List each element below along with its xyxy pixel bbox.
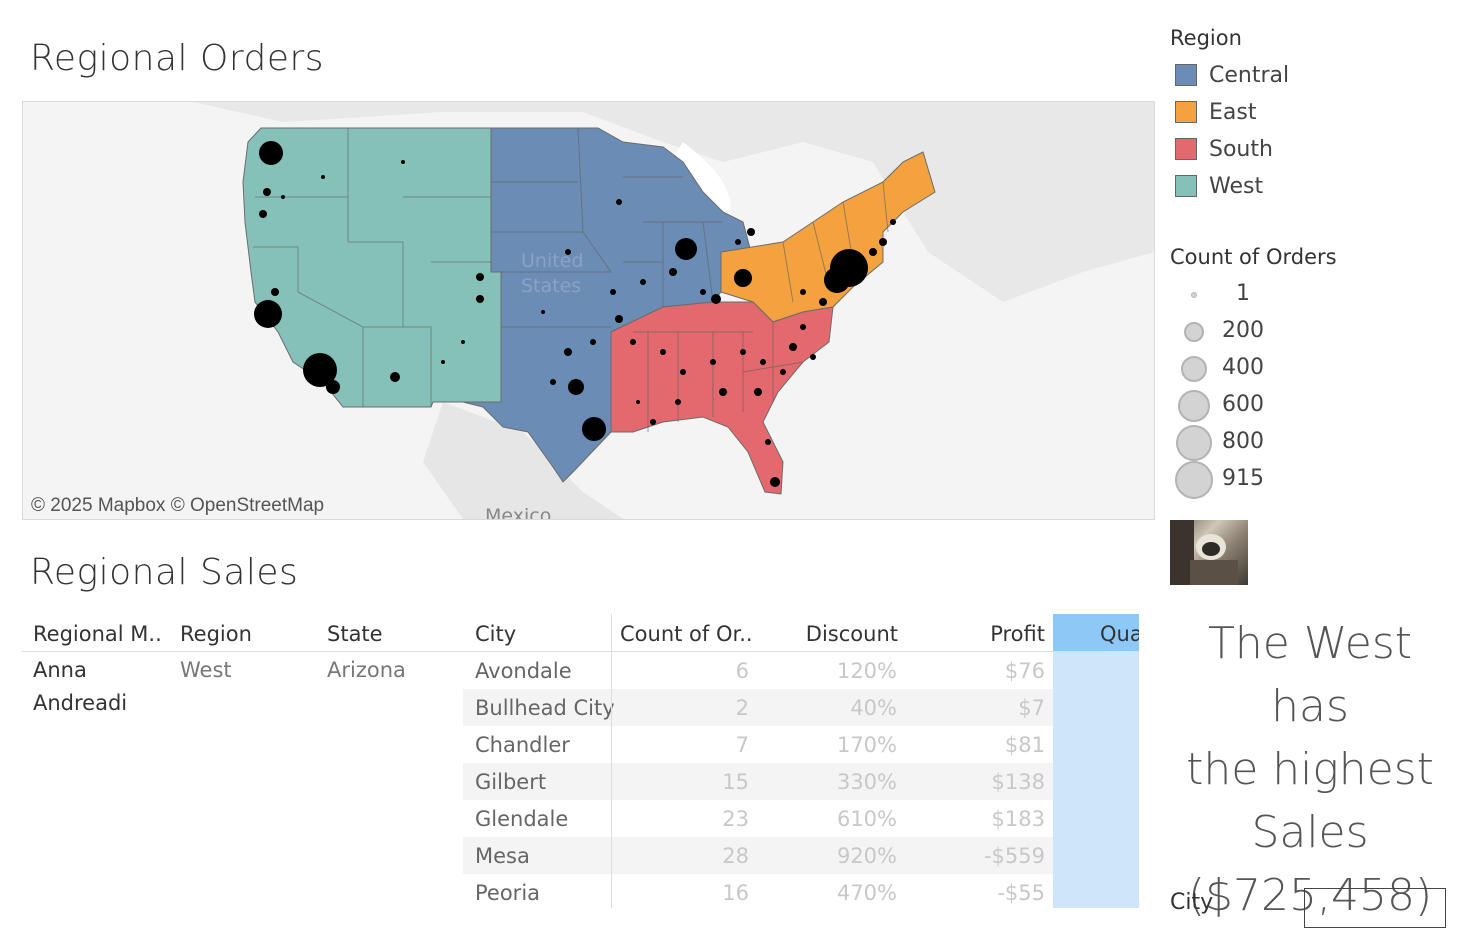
size-legend-400: 400: [1174, 352, 1294, 386]
region-legend-title: Region: [1170, 26, 1242, 50]
dog-photo: [1170, 520, 1248, 585]
table-row[interactable]: Peoria 16 470% -$55: [463, 874, 1053, 908]
regional-orders-map[interactable]: United States Mexico © 2025 Mapbox © Ope…: [22, 101, 1155, 520]
size-legend-915: 915: [1174, 461, 1294, 499]
quantity-column: [1053, 614, 1139, 908]
table-row[interactable]: Bullhead City 2 40% $7: [463, 689, 1053, 726]
size-legend-800: 800: [1174, 425, 1294, 461]
col-header-state[interactable]: State: [327, 614, 467, 651]
region-cell: West: [180, 658, 232, 682]
col-header-region[interactable]: Region: [180, 614, 320, 651]
col-header-profit[interactable]: Profit: [902, 614, 1045, 651]
size-legend-1: 1: [1174, 278, 1294, 312]
col-header-discount[interactable]: Discount: [766, 614, 898, 651]
swatch-south: [1175, 138, 1197, 160]
city-filter-dropdown[interactable]: [1304, 888, 1446, 928]
swatch-west: [1175, 175, 1197, 197]
swatch-central: [1175, 64, 1197, 86]
legend-item-west[interactable]: West: [1175, 171, 1263, 201]
table-row[interactable]: Avondale 6 120% $76: [463, 652, 1053, 689]
size-legend-200: 200: [1174, 315, 1294, 349]
sales-title: Regional Sales: [30, 552, 299, 593]
column-divider: [611, 614, 612, 908]
col-header-regional-manager[interactable]: Regional M..: [33, 614, 173, 651]
map-credit: © 2025 Mapbox © OpenStreetMap: [31, 495, 325, 516]
regional-sales-table[interactable]: Regional M.. Region State City Count of …: [22, 614, 1139, 908]
size-legend-600: 600: [1174, 389, 1294, 423]
legend-item-east[interactable]: East: [1175, 97, 1256, 127]
manager-cell: Anna Andreadi: [33, 658, 128, 715]
col-header-count-of-orders[interactable]: Count of Or..: [620, 614, 760, 651]
state-cell: Arizona: [327, 658, 406, 682]
map-label-country: United: [521, 250, 583, 272]
map-label-mexico: Mexico: [485, 505, 551, 519]
legend-item-central[interactable]: Central: [1175, 60, 1289, 90]
table-row[interactable]: Glendale 23 610% $183: [463, 800, 1053, 837]
table-row[interactable]: Mesa 28 920% -$559: [463, 837, 1053, 874]
col-header-city[interactable]: City: [475, 614, 605, 651]
svg-text:States: States: [521, 275, 581, 297]
table-row[interactable]: Gilbert 15 330% $138: [463, 763, 1053, 800]
count-legend-title: Count of Orders: [1170, 245, 1337, 269]
city-filter-label: City: [1170, 890, 1214, 915]
legend-item-south[interactable]: South: [1175, 134, 1273, 164]
insight-headline: The West has the highest Sales ($725,458…: [1186, 618, 1434, 921]
col-header-quantity[interactable]: Qua: [1100, 614, 1139, 651]
map-title: Regional Orders: [30, 38, 325, 79]
table-row[interactable]: Chandler 7 170% $81: [463, 726, 1053, 763]
swatch-east: [1175, 101, 1197, 123]
